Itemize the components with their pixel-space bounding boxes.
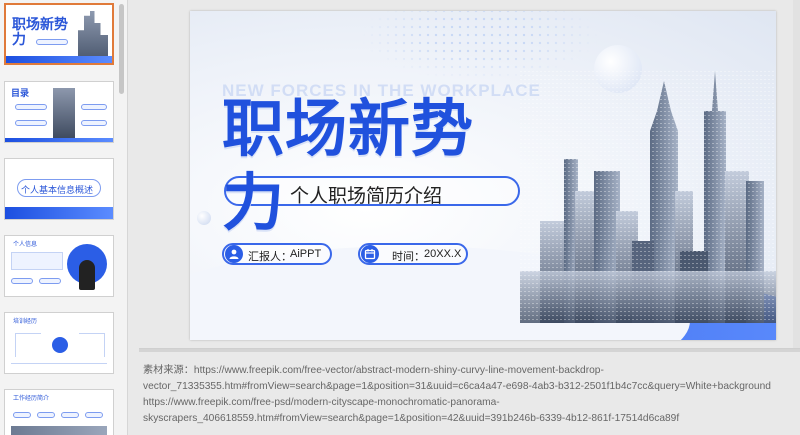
thumbnail-item [11, 278, 33, 284]
thumbnail-center-circle [52, 337, 68, 353]
slide-thumbnail-4[interactable]: 个人信息 [4, 235, 114, 297]
thumbnail-scrollbar[interactable] [119, 4, 124, 94]
slide-thumbnail-5[interactable]: 培训经历 [4, 312, 114, 374]
thumbnail-item [39, 278, 61, 284]
thumbnail-city-image [78, 11, 108, 59]
thumbnail-photo-strip [11, 426, 107, 435]
reporter-value: AiPPT [290, 248, 322, 260]
slide-thumbnail-6[interactable]: 工作经历简介 [4, 389, 114, 435]
thumbnail-text-block [11, 252, 63, 270]
notes-line: 素材来源：https://www.freepik.com/free-vector… [143, 365, 604, 376]
slide-thumbnail-pane: 职场新势力 目录 个人基本信息概述 个人信息 培训经历 工作经历简介 [0, 0, 128, 435]
notes-splitter[interactable] [139, 348, 800, 352]
thumbnail-item [81, 120, 107, 126]
thumbnail-building-image [53, 88, 75, 138]
thumbnail-title: 培训经历 [13, 319, 38, 325]
thumbnail-title-pill [17, 179, 101, 197]
thumbnail-connector [15, 333, 41, 357]
slide-thumbnail-2[interactable]: 目录 [4, 81, 114, 143]
user-icon [225, 245, 243, 263]
thumbnail-person-image [79, 260, 95, 290]
thumbnail-divider [11, 363, 107, 364]
slide-subtitle[interactable]: 个人职场简历介绍 [290, 181, 442, 208]
time-value: 20XX.X [424, 248, 462, 260]
thumbnail-subtitle-pill [36, 39, 68, 45]
thumbnail-wave [5, 138, 113, 142]
thumbnail-title: 目录 [11, 88, 30, 98]
speaker-notes[interactable]: 素材来源：https://www.freepik.com/free-vector… [143, 363, 793, 427]
time-label: 时间： [392, 251, 425, 263]
slide-thumbnail-3[interactable]: 个人基本信息概述 [4, 158, 114, 220]
thumbnail-title: 个人信息 [13, 242, 38, 248]
thumbnail-item [15, 120, 47, 126]
reporter-label: 汇报人： [248, 251, 292, 263]
thumbnail-wave [5, 207, 113, 219]
thumbnail-item [13, 412, 31, 418]
notes-line: skyscrapers_406618559.htm#fromView=searc… [143, 413, 680, 424]
thumbnail-item [81, 104, 107, 110]
notes-line: https://www.freepik.com/free-psd/modern-… [143, 397, 500, 408]
calendar-icon [361, 245, 379, 263]
slide-title[interactable]: 职场新势力 [222, 93, 522, 241]
decorative-bubble [197, 211, 211, 225]
thumbnail-item [85, 412, 103, 418]
current-slide[interactable]: NEW FORCES IN THE WORKPLACE 职场新势力 个人职场简历… [190, 11, 776, 340]
thumbnail-item [15, 104, 47, 110]
thumbnail-wave [6, 56, 112, 63]
editor-scrollbar[interactable] [793, 0, 800, 350]
notes-line: vector_71335355.htm#fromView=search&page… [143, 381, 771, 392]
slide-thumbnail-1[interactable]: 职场新势力 [4, 3, 114, 65]
thumbnail-title: 工作经历简介 [13, 396, 50, 402]
cityscape-image [520, 71, 776, 323]
slide-editor: NEW FORCES IN THE WORKPLACE 职场新势力 个人职场简历… [129, 0, 800, 435]
thumbnail-item [61, 412, 79, 418]
thumbnail-connector [79, 333, 105, 357]
thumbnail-item [37, 412, 55, 418]
